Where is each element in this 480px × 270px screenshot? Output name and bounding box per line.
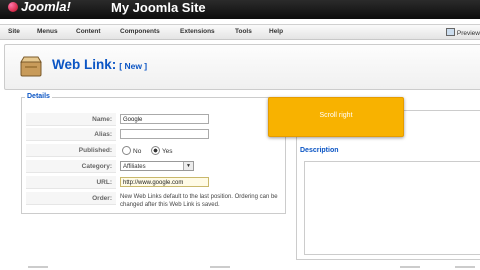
footer-strip — [0, 264, 480, 270]
published-yes-radio[interactable] — [150, 146, 160, 155]
joomla-logo-icon — [8, 2, 18, 12]
logo-text: Joomla! — [21, 0, 71, 14]
page-title-text: Web Link: — [52, 57, 117, 72]
preview-label: Preview — [456, 30, 480, 37]
menu-help[interactable]: Help — [269, 28, 283, 35]
scroll-right-tooltip: Scroll right — [268, 97, 404, 137]
weblink-header-icon — [20, 56, 42, 77]
url-row: URL: http://www.google.com — [26, 176, 280, 190]
menu-tools[interactable]: Tools — [235, 28, 252, 35]
footer-scroll-mark — [455, 266, 475, 268]
footer-scroll-mark — [28, 266, 48, 268]
published-label: Published: — [26, 144, 116, 157]
footer-scroll-mark — [400, 266, 420, 268]
admin-menubar: Site Menus Content Components Extensions… — [0, 24, 480, 40]
page-title: Web Link:[ New ] — [52, 57, 147, 72]
alias-label: Alias: — [26, 128, 116, 141]
description-editor[interactable] — [304, 161, 480, 255]
published-no-radio[interactable] — [122, 146, 131, 155]
description-legend: Description — [300, 147, 339, 154]
menu-content[interactable]: Content — [76, 28, 101, 35]
details-legend: Details — [25, 93, 52, 100]
name-label: Name: — [26, 113, 116, 126]
category-label: Category: — [26, 160, 116, 173]
preview-icon — [445, 28, 455, 36]
footer-scroll-mark — [210, 266, 230, 268]
joomla-logo[interactable]: Joomla! — [8, 0, 71, 14]
name-row: Name: Google — [26, 113, 280, 127]
alias-input[interactable] — [120, 129, 209, 139]
order-row: Order: New Web Links default to the last… — [26, 192, 280, 208]
order-label: Order: — [26, 192, 116, 205]
published-no-label: No — [133, 148, 142, 155]
page-subtitle: [ New ] — [119, 61, 148, 71]
category-selected-value: Affiliates — [123, 164, 146, 170]
url-input[interactable]: http://www.google.com — [120, 177, 209, 187]
menu-site[interactable]: Site — [8, 28, 20, 35]
menu-components[interactable]: Components — [120, 28, 160, 35]
menu-extensions[interactable]: Extensions — [180, 28, 215, 35]
published-yes-label: Yes — [161, 148, 173, 155]
site-title: My Joomla Site — [111, 0, 206, 15]
toolbar-box: Web Link:[ New ] — [4, 44, 480, 90]
admin-header: Joomla! My Joomla Site — [0, 0, 480, 19]
published-row: Published: No Yes — [26, 144, 280, 158]
chevron-down-icon: ▼ — [183, 162, 193, 170]
order-help-text: New Web Links default to the last positi… — [120, 194, 278, 208]
menu-menus[interactable]: Menus — [37, 28, 58, 35]
category-select[interactable]: Affiliates ▼ — [120, 161, 194, 171]
url-label: URL: — [26, 176, 116, 189]
category-row: Category: Affiliates ▼ — [26, 160, 280, 174]
preview-link[interactable]: Preview — [445, 28, 480, 37]
details-fieldset: Details Name: Google Alias: Published: N… — [21, 93, 286, 214]
name-input[interactable]: Google — [120, 114, 209, 124]
alias-row: Alias: — [26, 128, 280, 142]
